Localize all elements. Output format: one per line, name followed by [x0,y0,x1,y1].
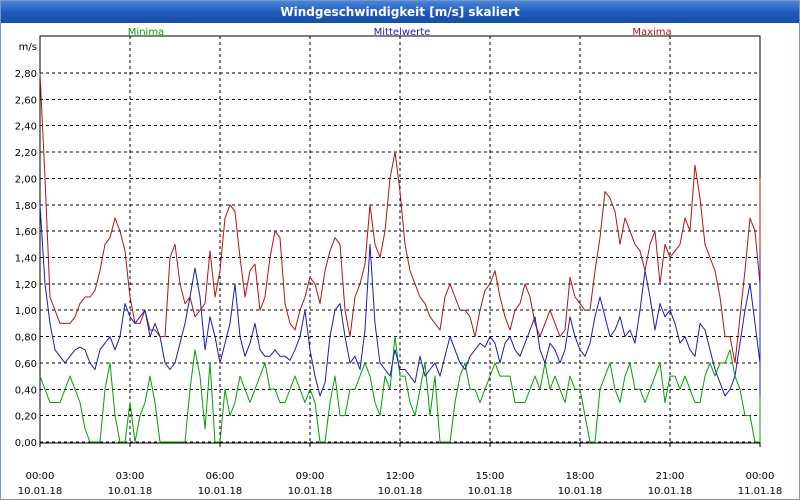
y-tick-label: 2,60 [15,95,37,106]
x-tick-time: 15:00 [476,471,505,482]
x-tick-date: 11.01.18 [738,486,783,497]
y-tick-label: 1,80 [15,201,37,212]
x-tick-time: 03:00 [116,471,145,482]
y-tick-label: 2,80 [15,69,37,80]
y-tick-label: 1,00 [15,306,37,317]
x-tick-date: 10.01.18 [468,486,513,497]
wind-speed-chart: 0,00 0,20 0,40 0,60 0,80 1,00 1,20 1,40 1,60 1,80… [15,27,783,497]
x-tick-time: 12:00 [386,471,415,482]
x-tick-date: 10.01.18 [648,486,693,497]
x-tick-date: 10.01.18 [558,486,603,497]
x-tick-time: 21:00 [656,471,685,482]
y-tick-label: 0,80 [15,333,37,344]
legend-mittelwerte: Mittelwerte [374,27,431,38]
y-tick-label: 0,40 [15,385,37,396]
legend-minima: Minima [128,27,164,38]
y-tick-label: 0,00 [15,438,37,449]
x-tick-time: 18:00 [566,471,595,482]
y-tick-label: 2,40 [15,122,37,133]
x-tick-date: 10.01.18 [18,486,63,497]
y-tick-label: 2,00 [15,174,37,185]
y-tick-label: 0,60 [15,359,37,370]
y-tick-label: 1,60 [15,227,37,238]
y-tick-label: 1,20 [15,280,37,291]
x-tick-date: 10.01.18 [378,486,423,497]
x-tick-time: 09:00 [296,471,325,482]
x-tick-date: 10.01.18 [198,486,243,497]
y-tick-label: 1,40 [15,254,37,265]
x-tick-time: 06:00 [206,471,235,482]
y-tick-label: 2,20 [15,148,37,159]
x-tick-date: 10.01.18 [108,486,153,497]
y-tick-label: 0,20 [15,412,37,423]
legend-maxima: Maxima [632,27,671,38]
y-axis-label: m/s [19,42,37,53]
x-tick-time: 00:00 [746,471,775,482]
x-tick-time: 00:00 [26,471,55,482]
x-tick-date: 10.01.18 [288,486,333,497]
